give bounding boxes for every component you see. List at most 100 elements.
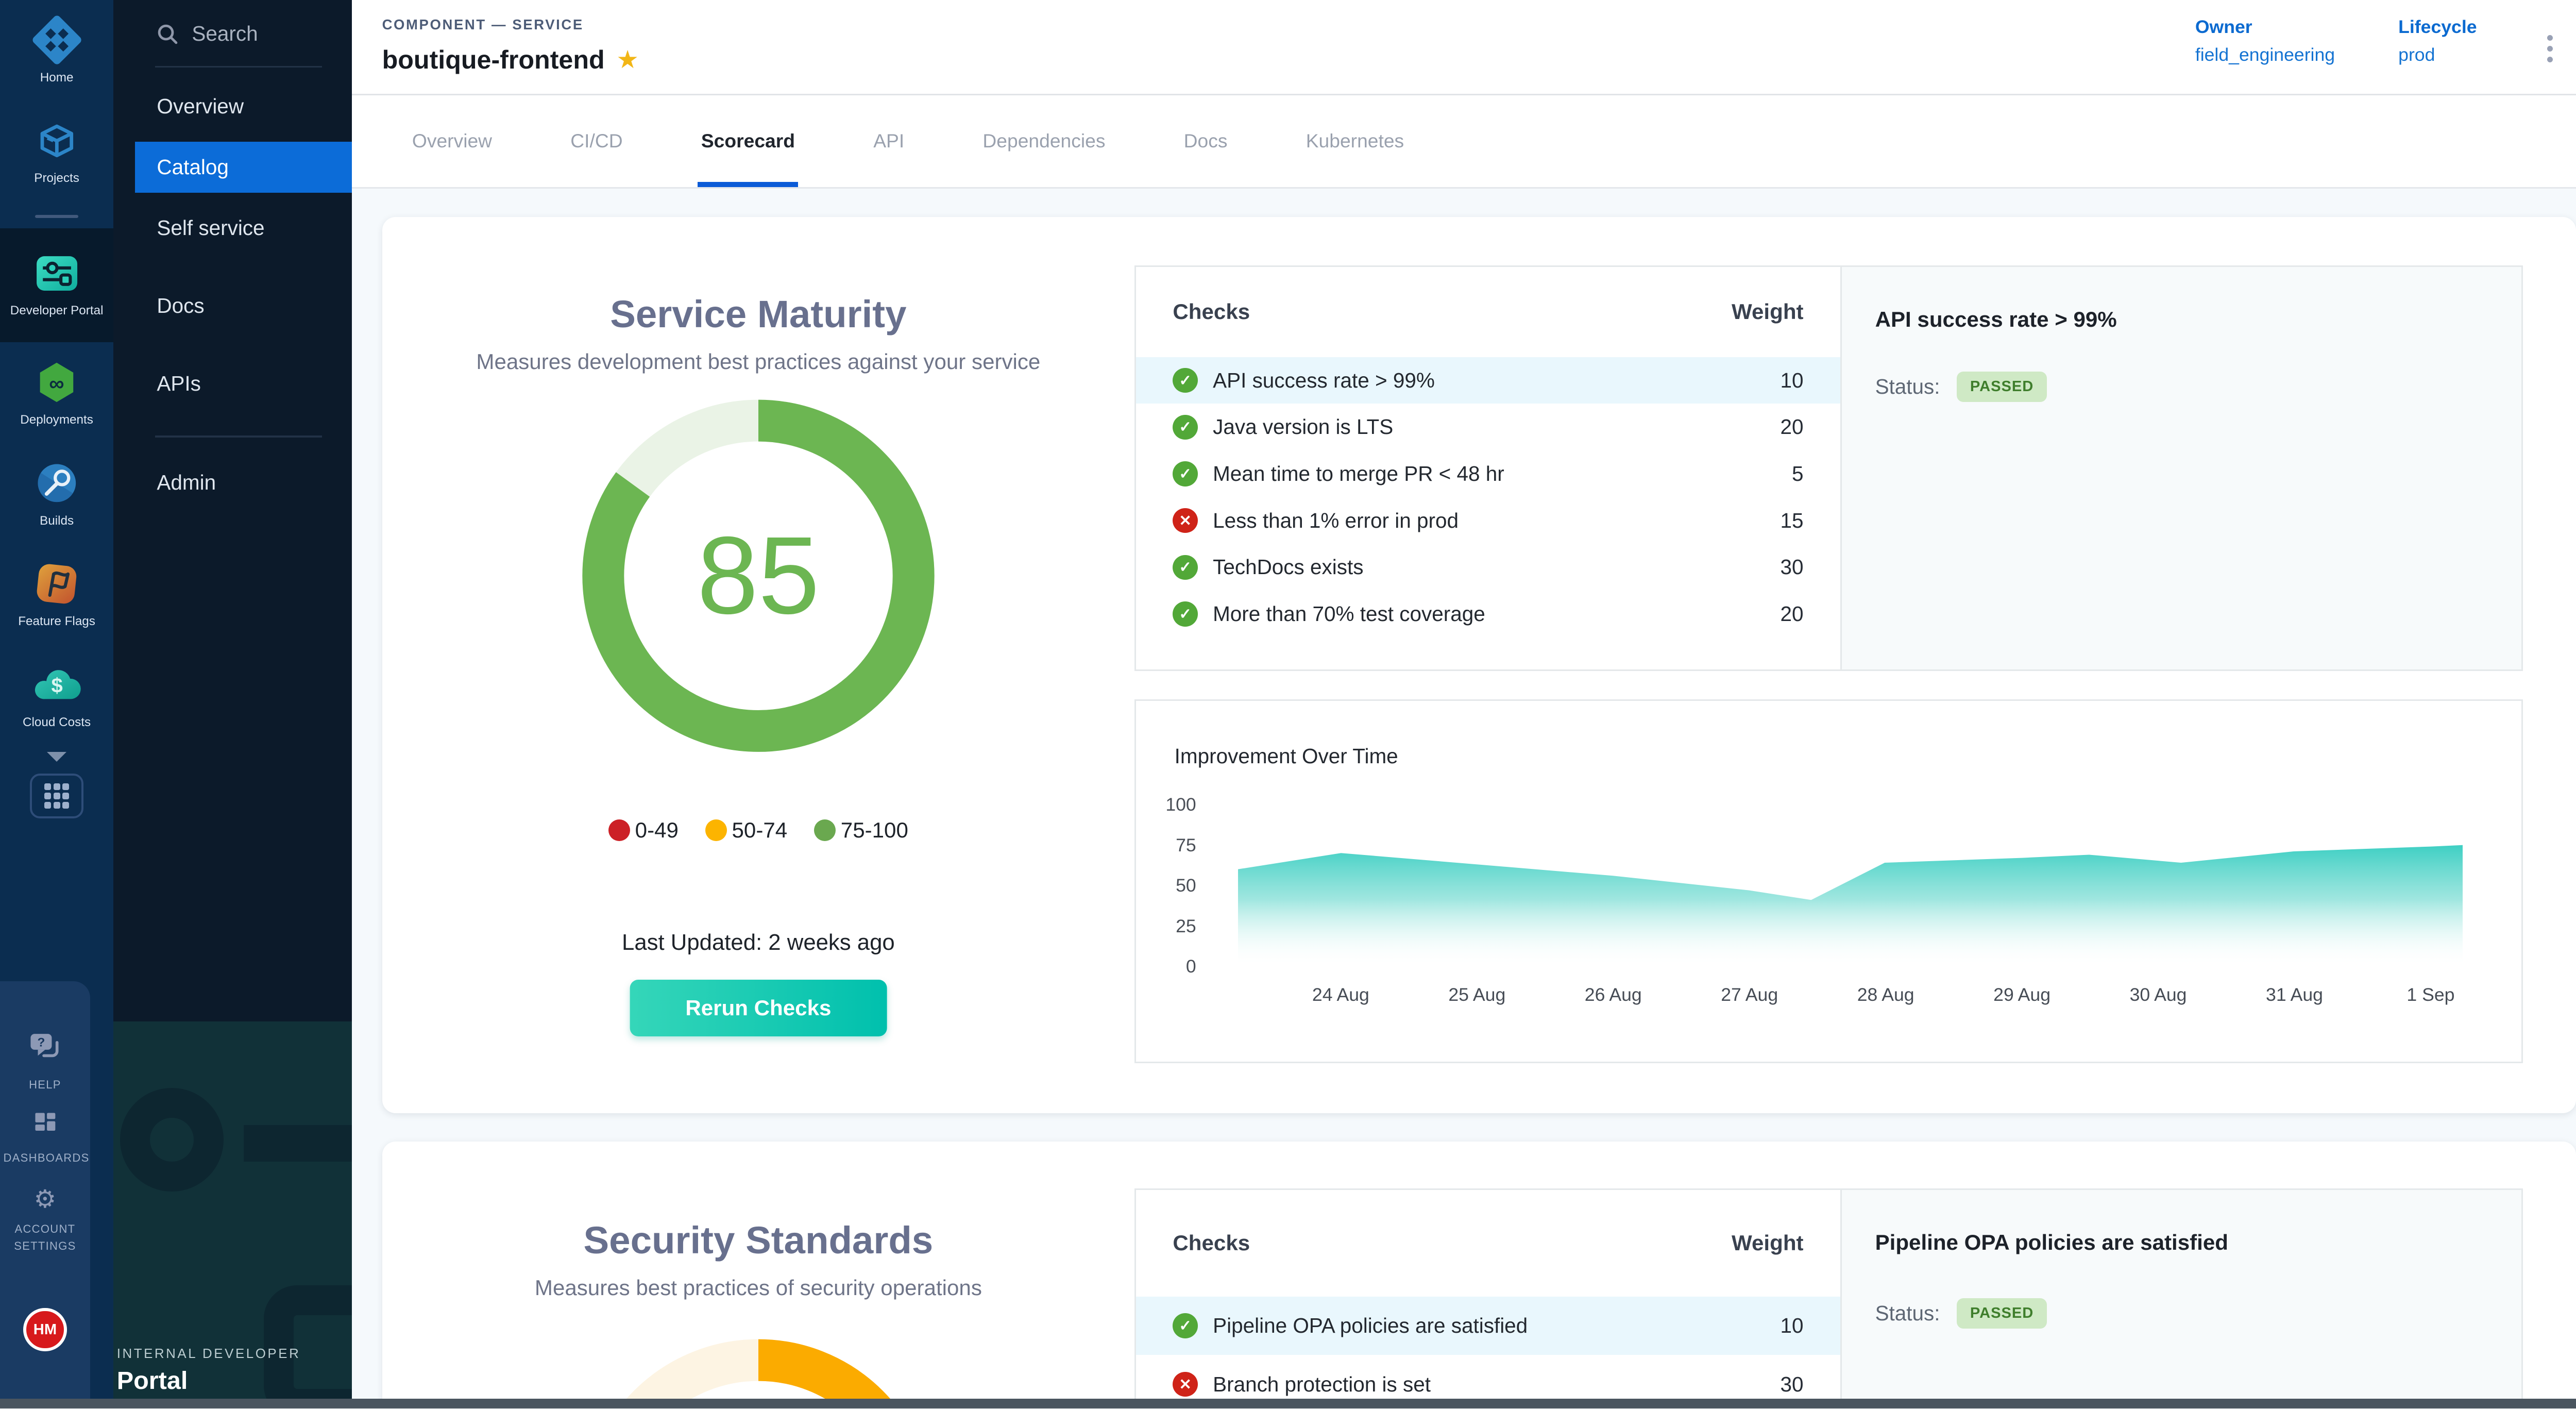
x-circle-icon: ✕ <box>1173 508 1198 533</box>
build-circle-icon <box>32 458 82 508</box>
check-row[interactable]: ✓Pipeline OPA policies are satisfied10 <box>1136 1297 1840 1355</box>
check-circle-icon: ✓ <box>1173 368 1198 393</box>
x-tick-label: 30 Aug <box>2116 984 2200 1005</box>
page-header: COMPONENT — SERVICE boutique-frontend ★ … <box>352 0 2576 95</box>
footer-item-account-settings[interactable]: ⚙ ACCOUNT SETTINGS <box>3 1183 87 1254</box>
main-scroll-area[interactable]: Service Maturity Measures development be… <box>352 190 2576 1408</box>
chart-x-axis: 24 Aug25 Aug26 Aug27 Aug28 Aug29 Aug30 A… <box>1238 984 2463 1008</box>
check-label: Mean time to merge PR < 48 hr <box>1213 462 1752 486</box>
tab-bar: Overview CI/CD Scorecard API Dependencies Doc… <box>352 95 2576 189</box>
flag-icon <box>32 559 82 609</box>
x-tick-label: 24 Aug <box>1299 984 1382 1005</box>
rail-item-cloud-costs[interactable]: $ Cloud Costs <box>0 645 113 745</box>
favorite-star-icon[interactable]: ★ <box>616 47 639 73</box>
legend-dot-icon <box>705 819 727 841</box>
footer-item-dashboards[interactable]: DASHBOARDS <box>3 1110 87 1166</box>
check-detail-panel: API success rate > 99% Status: PASSED <box>1840 267 2521 669</box>
harness-logo-icon <box>32 15 82 65</box>
tab-overview[interactable]: Overview <box>412 95 492 187</box>
rail-item-projects[interactable]: Projects <box>0 100 113 201</box>
more-options-button[interactable] <box>2540 25 2560 73</box>
status-label: Status: <box>1875 1301 1940 1326</box>
last-updated: Last Updated: 2 weeks ago <box>382 930 1135 955</box>
scorecard-security-standards: Security Standards Measures best practic… <box>382 1142 2576 1408</box>
meta-lifecycle: Lifecycle prod <box>2398 16 2477 72</box>
rail-divider <box>35 215 78 218</box>
rail-item-label: Deployments <box>20 412 93 428</box>
footer-item-label: ACCOUNT SETTINGS <box>3 1220 87 1254</box>
rail-item-home[interactable]: Home <box>0 0 113 100</box>
check-weight: 15 <box>1767 509 1803 533</box>
check-label: Branch protection is set <box>1213 1372 1752 1397</box>
help-chat-icon: ? <box>27 1031 63 1069</box>
svg-text:$: $ <box>51 675 62 697</box>
check-row[interactable]: ✓API success rate > 99%10 <box>1136 357 1840 404</box>
tab-ci-cd[interactable]: CI/CD <box>570 95 622 187</box>
check-weight: 5 <box>1767 462 1803 486</box>
rail-item-builds[interactable]: Builds <box>0 443 113 544</box>
check-label: API success rate > 99% <box>1213 368 1752 393</box>
x-circle-icon: ✕ <box>1173 1372 1198 1397</box>
collapse-chevron-icon[interactable] <box>47 752 66 762</box>
rail-item-label: Cloud Costs <box>23 715 91 730</box>
legend-dot-icon <box>608 819 630 841</box>
tab-kubernetes[interactable]: Kubernetes <box>1306 95 1404 187</box>
meta-label[interactable]: Lifecycle <box>2398 16 2477 38</box>
check-label: Pipeline OPA policies are satisfied <box>1213 1314 1752 1338</box>
y-tick-label: 0 <box>1186 956 1196 977</box>
content-area: COMPONENT — SERVICE boutique-frontend ★ … <box>352 0 2576 1408</box>
legend-dot-icon <box>814 819 836 841</box>
sidebar-item-overview[interactable]: Overview <box>113 81 352 132</box>
svg-text:?: ? <box>37 1036 45 1050</box>
brand-panel: INTERNAL DEVELOPER Portal <box>90 1021 352 1408</box>
x-tick-label: 25 Aug <box>1435 984 1519 1005</box>
check-weight: 30 <box>1767 1372 1803 1397</box>
meta-value[interactable]: prod <box>2398 44 2477 65</box>
app-window: HomeProjects Developer Portal ∞ Deployments… <box>0 0 2576 1408</box>
sidebar-item-admin[interactable]: Admin <box>113 458 352 509</box>
divider <box>155 66 322 68</box>
footer-item-help[interactable]: ?HELP <box>3 1031 87 1093</box>
check-detail-panel: Pipeline OPA policies are satisfied Stat… <box>1840 1190 2521 1409</box>
avatar[interactable]: HM <box>23 1308 66 1351</box>
tab-docs[interactable]: Docs <box>1184 95 1228 187</box>
rail-item-deployments[interactable]: ∞ Deployments <box>0 342 113 443</box>
check-circle-icon: ✓ <box>1173 555 1198 580</box>
chart-y-axis: 0255075100 <box>1136 804 1209 966</box>
y-tick-label: 100 <box>1165 794 1196 815</box>
sidebar-search[interactable]: Search <box>113 0 352 62</box>
module-browser-button[interactable] <box>30 774 83 818</box>
legend-label: 0-49 <box>635 818 679 843</box>
meta-label[interactable]: Owner <box>2195 16 2335 38</box>
circuit-ring-decoration <box>120 1088 224 1192</box>
check-row[interactable]: ✓Java version is LTS20 <box>1136 404 1840 450</box>
sidebar-item-docs[interactable]: Docs <box>113 280 352 331</box>
circuit-bar-decoration <box>244 1125 352 1162</box>
status-label: Status: <box>1875 375 1940 399</box>
check-row[interactable]: ✕Less than 1% error in prod15 <box>1136 497 1840 544</box>
dashboard-grid-icon <box>32 1110 59 1143</box>
sidebar-item-catalog[interactable]: Catalog <box>135 142 352 193</box>
window-bottom-edge <box>0 1399 2576 1408</box>
rail-item-feature-flags[interactable]: Feature Flags <box>0 544 113 644</box>
infinity-hexagon-icon: ∞ <box>32 357 82 407</box>
sidebar-item-apis[interactable]: APIs <box>113 358 352 409</box>
check-weight: 30 <box>1767 555 1803 579</box>
gear-icon: ⚙ <box>34 1183 57 1214</box>
search-label: Search <box>192 22 258 46</box>
meta-value[interactable]: field_engineering <box>2195 44 2335 65</box>
scorecard-service-maturity: Service Maturity Measures development be… <box>382 217 2576 1113</box>
check-weight: 20 <box>1767 602 1803 626</box>
check-row[interactable]: ✓Mean time to merge PR < 48 hr5 <box>1136 450 1840 497</box>
scorecard-subtitle: Measures best practices of security oper… <box>382 1276 1135 1300</box>
check-row[interactable]: ✓TechDocs exists30 <box>1136 544 1840 591</box>
check-row[interactable]: ✓More than 70% test coverage20 <box>1136 591 1840 638</box>
tab-api[interactable]: API <box>873 95 904 187</box>
sidebar-item-self-service[interactable]: Self service <box>113 203 352 254</box>
rerun-checks-button[interactable]: Rerun Checks <box>630 980 887 1036</box>
check-label: Java version is LTS <box>1213 415 1752 439</box>
x-tick-label: 26 Aug <box>1571 984 1655 1005</box>
rail-item-developer-portal[interactable]: Developer Portal <box>0 228 113 342</box>
tab-dependencies[interactable]: Dependencies <box>982 95 1105 187</box>
tab-scorecard[interactable]: Scorecard <box>701 95 795 187</box>
